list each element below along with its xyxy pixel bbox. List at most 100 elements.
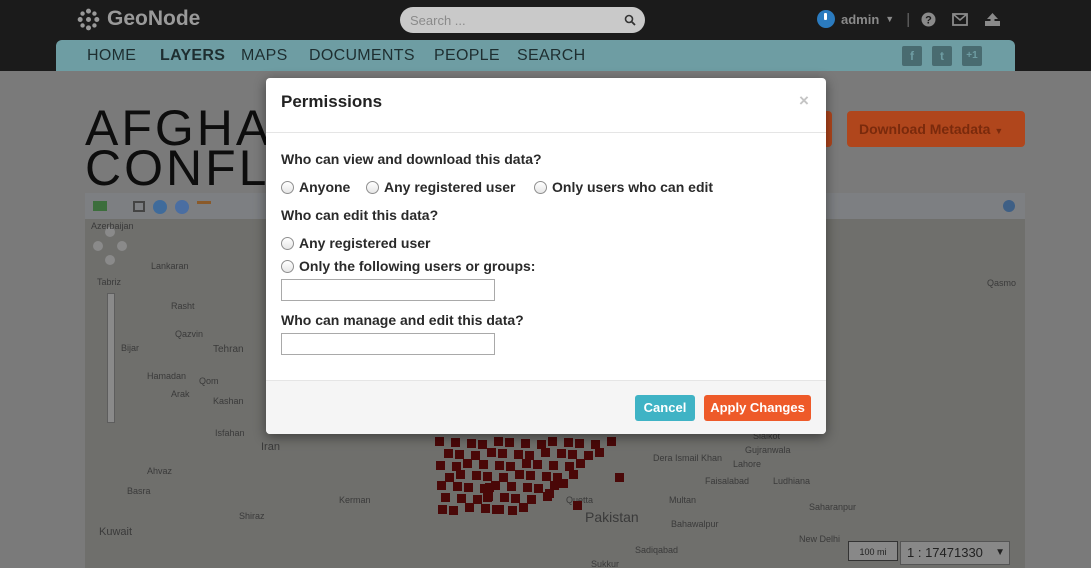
conflict-marker[interactable]: [568, 450, 577, 459]
conflict-marker[interactable]: [463, 459, 472, 468]
view-anyone-radio[interactable]: [281, 180, 294, 194]
conflict-marker[interactable]: [495, 461, 504, 470]
conflict-marker[interactable]: [541, 448, 550, 457]
conflict-marker[interactable]: [584, 451, 593, 460]
conflict-marker[interactable]: [549, 461, 558, 470]
conflict-marker[interactable]: [511, 494, 520, 503]
conflict-marker[interactable]: [498, 449, 507, 458]
conflict-marker[interactable]: [487, 448, 496, 457]
view-editors-radio[interactable]: [534, 180, 547, 194]
conflict-marker[interactable]: [438, 505, 447, 514]
pan-down-icon[interactable]: [105, 255, 115, 265]
conflict-marker[interactable]: [473, 495, 482, 504]
scale-select[interactable]: 1 : 17471330 ▼: [900, 541, 1010, 565]
conflict-marker[interactable]: [465, 503, 474, 512]
edit-specific-option[interactable]: Only the following users or groups:: [281, 257, 535, 275]
nav-home[interactable]: HOME: [87, 47, 136, 65]
conflict-marker[interactable]: [545, 489, 554, 498]
conflict-marker[interactable]: [453, 482, 462, 491]
view-anyone-option[interactable]: Anyone: [281, 178, 350, 196]
measure-icon[interactable]: [197, 201, 211, 211]
conflict-marker[interactable]: [595, 448, 604, 457]
nav-documents[interactable]: DOCUMENTS: [309, 47, 415, 65]
print-icon[interactable]: [133, 201, 145, 212]
conflict-marker[interactable]: [479, 460, 488, 469]
conflict-marker[interactable]: [481, 504, 490, 513]
conflict-marker[interactable]: [436, 461, 445, 470]
nav-search[interactable]: SEARCH: [517, 47, 585, 65]
nav-layers[interactable]: LAYERS: [160, 47, 225, 65]
conflict-marker[interactable]: [527, 495, 536, 504]
conflict-marker[interactable]: [522, 459, 531, 468]
conflict-marker[interactable]: [464, 483, 473, 492]
conflict-marker[interactable]: [507, 482, 516, 491]
cancel-button[interactable]: Cancel: [635, 395, 695, 421]
view-registered-option[interactable]: Any registered user: [366, 178, 516, 196]
geonode-logo[interactable]: GeoNode: [76, 7, 200, 31]
twitter-icon[interactable]: t: [932, 46, 952, 66]
conflict-marker[interactable]: [495, 505, 504, 514]
conflict-marker[interactable]: [506, 462, 515, 471]
conflict-marker[interactable]: [444, 449, 453, 458]
conflict-marker[interactable]: [471, 451, 480, 460]
conflict-marker[interactable]: [615, 473, 624, 482]
conflict-marker[interactable]: [457, 494, 466, 503]
conflict-marker[interactable]: [437, 481, 446, 490]
conflict-marker[interactable]: [533, 460, 542, 469]
conflict-marker[interactable]: [542, 472, 551, 481]
pan-icon[interactable]: [153, 200, 167, 214]
edit-registered-option[interactable]: Any registered user: [281, 234, 431, 252]
conflict-marker[interactable]: [494, 437, 503, 446]
user-menu[interactable]: admin ▼ |: [817, 8, 910, 30]
conflict-marker[interactable]: [483, 493, 492, 502]
conflict-marker[interactable]: [559, 479, 568, 488]
conflict-marker[interactable]: [548, 437, 557, 446]
mail-icon[interactable]: [951, 10, 969, 28]
nav-people[interactable]: PEOPLE: [434, 47, 500, 65]
conflict-marker[interactable]: [557, 449, 566, 458]
conflict-marker[interactable]: [441, 493, 450, 502]
conflict-marker[interactable]: [526, 471, 535, 480]
conflict-marker[interactable]: [485, 483, 494, 492]
manage-users-input[interactable]: [281, 333, 495, 355]
conflict-marker[interactable]: [456, 470, 465, 479]
conflict-marker[interactable]: [573, 501, 582, 510]
apply-changes-button[interactable]: Apply Changes: [704, 395, 811, 421]
close-icon[interactable]: ×: [799, 91, 809, 111]
conflict-marker[interactable]: [478, 440, 487, 449]
conflict-marker[interactable]: [449, 506, 458, 515]
conflict-marker[interactable]: [519, 503, 528, 512]
google-plus-icon[interactable]: +1: [962, 46, 982, 66]
conflict-marker[interactable]: [534, 484, 543, 493]
conflict-marker[interactable]: [499, 473, 508, 482]
edit-registered-radio[interactable]: [281, 236, 294, 250]
pan-right-icon[interactable]: [117, 241, 127, 251]
conflict-marker[interactable]: [435, 437, 444, 446]
conflict-marker[interactable]: [483, 472, 492, 481]
edit-specific-radio[interactable]: [281, 259, 294, 273]
conflict-marker[interactable]: [569, 470, 578, 479]
conflict-marker[interactable]: [445, 473, 454, 482]
conflict-marker[interactable]: [451, 438, 460, 447]
help-icon[interactable]: ?: [919, 10, 937, 28]
conflict-marker[interactable]: [575, 439, 584, 448]
conflict-marker[interactable]: [564, 438, 573, 447]
conflict-marker[interactable]: [514, 450, 523, 459]
edit-users-input[interactable]: [281, 279, 495, 301]
globe-icon[interactable]: [1003, 200, 1015, 212]
view-registered-radio[interactable]: [366, 180, 379, 194]
conflict-marker[interactable]: [472, 471, 481, 480]
search-input[interactable]: [410, 11, 610, 29]
conflict-marker[interactable]: [467, 439, 476, 448]
layers-icon[interactable]: [93, 201, 107, 211]
upload-icon[interactable]: [983, 10, 1001, 28]
search-icon[interactable]: [624, 14, 636, 26]
download-metadata-button[interactable]: Download Metadata ▼: [847, 111, 1025, 147]
conflict-marker[interactable]: [607, 437, 616, 446]
conflict-marker[interactable]: [521, 439, 530, 448]
info-icon[interactable]: [175, 200, 189, 214]
conflict-marker[interactable]: [508, 506, 517, 515]
conflict-marker[interactable]: [515, 470, 524, 479]
facebook-icon[interactable]: f: [902, 46, 922, 66]
conflict-marker[interactable]: [455, 450, 464, 459]
